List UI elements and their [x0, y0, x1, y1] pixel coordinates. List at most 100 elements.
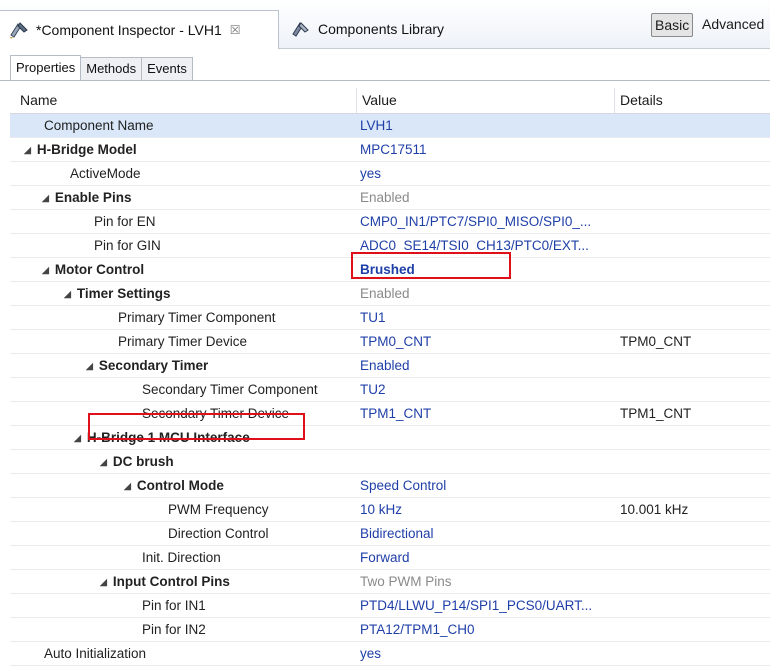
property-details: TPM0_CNT — [620, 334, 692, 349]
tree-node: ◢ Motor Control — [42, 258, 144, 281]
table-row[interactable]: Auto Initialization yes — [10, 642, 770, 666]
table-row[interactable]: ◢ Enable Pins Enabled — [10, 186, 770, 210]
column-header-name[interactable]: Name — [20, 88, 57, 113]
property-name: PWM Frequency — [168, 502, 269, 517]
table-row[interactable]: Pin for IN2 PTA12/TPM1_CH0 — [10, 618, 770, 642]
table-row[interactable]: Component Name LVH1 — [10, 114, 770, 138]
close-tab-icon[interactable]: ☒ — [230, 23, 241, 37]
tab-properties[interactable]: Properties — [10, 55, 82, 80]
property-name: Component Name — [44, 118, 154, 133]
tree-node: ◢ H-Bridge Model — [24, 138, 137, 161]
tree-node: ◢ Input Control Pins — [100, 570, 230, 593]
subtab-divider — [0, 80, 770, 81]
table-header: Name Value Details — [10, 88, 770, 114]
collapse-triangle-icon[interactable]: ◢ — [124, 475, 131, 497]
table-row[interactable]: Direction Control Bidirectional — [10, 522, 770, 546]
tab-events[interactable]: Events — [141, 57, 193, 80]
property-value[interactable]: Bidirectional — [360, 522, 614, 545]
property-value[interactable]: Forward — [360, 546, 614, 569]
property-value[interactable]: MPC17511 — [360, 138, 614, 161]
tab-methods[interactable]: Methods — [80, 57, 143, 80]
tree-node: ◢ Secondary Timer — [86, 354, 208, 377]
property-value[interactable]: Enabled — [360, 282, 614, 305]
highlight-box-mcu-interface — [88, 413, 305, 440]
component-inspector-icon — [8, 20, 30, 40]
property-value[interactable] — [360, 426, 614, 449]
property-name: Control Mode — [136, 478, 224, 493]
property-name: Motor Control — [54, 262, 145, 277]
property-value[interactable]: CMP0_IN1/PTC7/SPI0_MISO/SPI0_... — [360, 210, 614, 233]
property-value[interactable]: Speed Control — [360, 474, 614, 497]
property-name: Input Control Pins — [112, 574, 230, 589]
property-value[interactable]: PTD4/LLWU_P14/SPI1_PCS0/UART... — [360, 594, 614, 617]
collapse-triangle-icon[interactable]: ◢ — [74, 427, 81, 449]
table-row[interactable]: Init. Direction Forward — [10, 546, 770, 570]
property-value[interactable]: yes — [360, 642, 614, 665]
column-divider[interactable] — [614, 88, 615, 113]
property-name: Pin for EN — [94, 214, 156, 229]
table-row[interactable]: PWM Frequency 10 kHz 10.001 kHz — [10, 498, 770, 522]
collapse-triangle-icon[interactable]: ◢ — [42, 187, 49, 209]
property-value[interactable] — [360, 450, 614, 473]
collapse-triangle-icon[interactable]: ◢ — [64, 283, 71, 305]
property-table: Name Value Details Component Name LVH1 ◢… — [10, 88, 770, 666]
collapse-triangle-icon[interactable]: ◢ — [24, 139, 31, 161]
property-value[interactable]: LVH1 — [360, 114, 614, 137]
property-value[interactable]: Enabled — [360, 186, 614, 209]
advanced-mode-button[interactable]: Advanced — [699, 13, 767, 35]
property-name: Enable Pins — [54, 190, 132, 205]
property-name: Pin for IN2 — [142, 622, 206, 637]
column-header-details[interactable]: Details — [620, 88, 663, 113]
table-row[interactable]: Pin for IN1 PTD4/LLWU_P14/SPI1_PCS0/UART… — [10, 594, 770, 618]
collapse-triangle-icon[interactable]: ◢ — [86, 355, 93, 377]
property-name: Auto Initialization — [44, 646, 147, 661]
components-library-icon — [290, 19, 312, 39]
tab-label: *Component Inspector - LVH1 — [36, 22, 222, 38]
property-name: Primary Timer Device — [118, 334, 248, 349]
property-name: ActiveMode — [70, 166, 141, 181]
table-row[interactable]: Primary Timer Component TU1 — [10, 306, 770, 330]
table-row[interactable]: ◢ Secondary Timer Enabled — [10, 354, 770, 378]
property-value[interactable]: Two PWM Pins — [360, 570, 614, 593]
column-header-value[interactable]: Value — [362, 88, 397, 113]
basic-mode-button[interactable]: Basic — [651, 13, 694, 37]
property-value[interactable]: Enabled — [360, 354, 614, 377]
property-name: Pin for GIN — [94, 238, 161, 253]
inspector-subtabs: Properties Methods Events — [10, 55, 193, 80]
property-details: 10.001 kHz — [620, 502, 689, 517]
tree-node: ◢ Control Mode — [124, 474, 224, 497]
table-row[interactable]: ◢ H-Bridge Model MPC17511 — [10, 138, 770, 162]
property-value[interactable]: TPM0_CNT — [360, 330, 614, 353]
property-name: Primary Timer Component — [118, 310, 276, 325]
table-row[interactable]: ◢ Control Mode Speed Control — [10, 474, 770, 498]
table-row[interactable]: ActiveMode yes — [10, 162, 770, 186]
property-value[interactable]: TPM1_CNT — [360, 402, 614, 425]
property-name: Direction Control — [168, 526, 269, 541]
highlight-box-motor-control — [351, 252, 511, 279]
table-row[interactable]: Primary Timer Device TPM0_CNT TPM0_CNT — [10, 330, 770, 354]
table-row[interactable]: Secondary Timer Component TU2 — [10, 378, 770, 402]
property-details: TPM1_CNT — [620, 406, 692, 421]
table-row[interactable]: ◢ Input Control Pins Two PWM Pins — [10, 570, 770, 594]
property-value[interactable]: TU1 — [360, 306, 614, 329]
table-row[interactable]: Pin for EN CMP0_IN1/PTC7/SPI0_MISO/SPI0_… — [10, 210, 770, 234]
property-name: Init. Direction — [142, 550, 221, 565]
column-divider[interactable] — [356, 88, 357, 113]
property-name: Secondary Timer — [98, 358, 209, 373]
property-value[interactable]: TU2 — [360, 378, 614, 401]
property-value[interactable]: 10 kHz — [360, 498, 614, 521]
collapse-triangle-icon[interactable]: ◢ — [42, 259, 49, 281]
collapse-triangle-icon[interactable]: ◢ — [100, 571, 107, 593]
property-name: Secondary Timer Component — [142, 382, 318, 397]
property-value[interactable]: PTA12/TPM1_CH0 — [360, 618, 614, 641]
property-name: Timer Settings — [76, 286, 171, 301]
tab-components-library[interactable]: Components Library — [282, 10, 502, 48]
tree-node: ◢ Enable Pins — [42, 186, 131, 209]
property-value[interactable]: yes — [360, 162, 614, 185]
collapse-triangle-icon[interactable]: ◢ — [100, 451, 107, 473]
property-name: Pin for IN1 — [142, 598, 206, 613]
table-row[interactable]: ◢ Timer Settings Enabled — [10, 282, 770, 306]
tree-node: ◢ Timer Settings — [64, 282, 170, 305]
table-row[interactable]: ◢ DC brush — [10, 450, 770, 474]
tab-component-inspector[interactable]: *Component Inspector - LVH1 ☒ — [0, 10, 279, 49]
